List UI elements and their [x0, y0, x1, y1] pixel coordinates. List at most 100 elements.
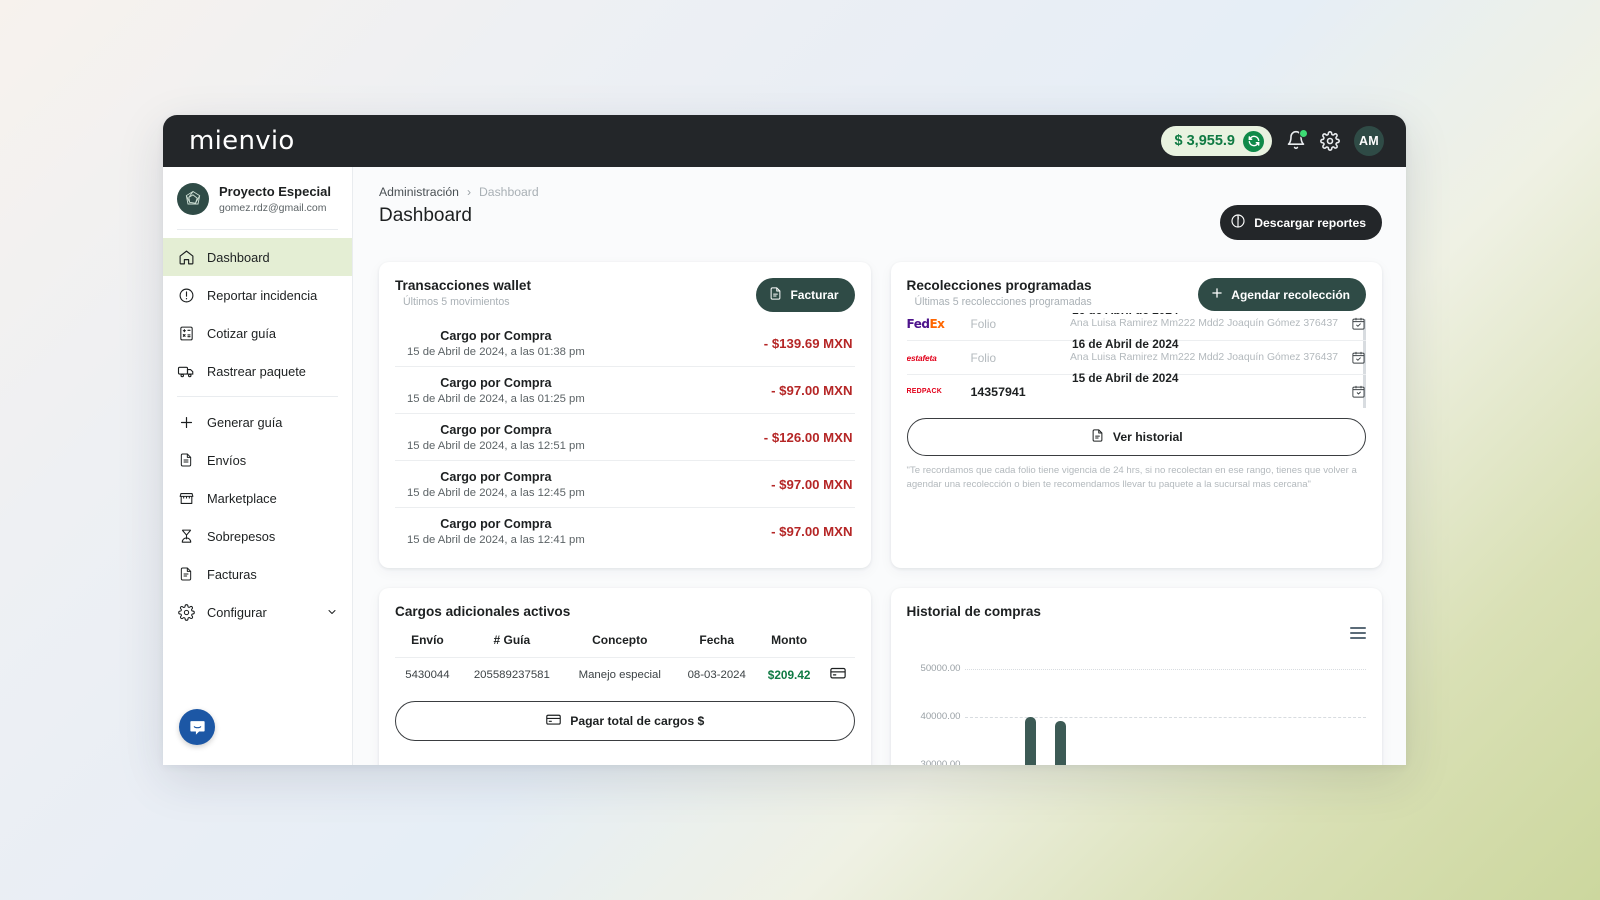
- transaction-name: Cargo por Compra: [440, 470, 552, 484]
- table-row[interactable]: 5430044 205589237581 Manejo especial 08-…: [395, 657, 855, 691]
- sidebar-label: Configurar: [207, 604, 267, 620]
- sidebar-item-generar-guia[interactable]: Generar guía: [163, 403, 352, 441]
- sidebar-item-configurar[interactable]: Configurar: [163, 593, 352, 631]
- sidebar-item-sobrepesos[interactable]: Sobrepesos: [163, 517, 352, 555]
- user-avatar[interactable]: AM: [1354, 126, 1384, 156]
- list-item[interactable]: 16 de Abril de 2024 estafeta Folio Ana L…: [906, 337, 1366, 375]
- notifications-bell-icon[interactable]: [1286, 129, 1308, 152]
- pickup-date: 16 de Abril de 2024: [907, 313, 1345, 317]
- plus-icon: [1210, 286, 1224, 303]
- truck-icon: [177, 362, 195, 380]
- card-title: Recolecciones programadas: [906, 278, 1092, 293]
- list-item[interactable]: 15 de Abril de 2024 REDPACK 14357941: [906, 371, 1367, 408]
- calendar-check-icon[interactable]: [1344, 384, 1366, 399]
- invoice-icon: [768, 286, 783, 304]
- pickup-date: 15 de Abril de 2024: [1072, 371, 1179, 385]
- pickup-folio: Folio: [970, 316, 997, 331]
- table-row[interactable]: Cargo por Compra 15 de Abril de 2024, a …: [395, 508, 855, 554]
- sidebar-item-cotizar-guia[interactable]: Cotizar guía: [163, 314, 352, 352]
- transaction-date: 15 de Abril de 2024, a las 12:51 pm: [407, 440, 585, 452]
- transaction-date: 15 de Abril de 2024, a las 01:38 pm: [407, 346, 585, 358]
- chart-bar: [1024, 717, 1036, 765]
- table-row[interactable]: Cargo por Compra 15 de Abril de 2024, a …: [395, 461, 855, 508]
- sidebar-item-dashboard[interactable]: Dashboard: [163, 238, 352, 276]
- refresh-icon[interactable]: [1243, 130, 1264, 152]
- alert-circle-icon: [177, 286, 195, 304]
- download-reports-button[interactable]: Descargar reportes: [1220, 205, 1382, 240]
- intercom-chat-icon[interactable]: [179, 709, 215, 745]
- calculator-icon: [177, 324, 195, 342]
- document-icon: [177, 565, 195, 583]
- table-row[interactable]: Cargo por Compra 15 de Abril de 2024, a …: [395, 367, 855, 414]
- table-row[interactable]: Cargo por Compra 15 de Abril de 2024, a …: [395, 414, 855, 461]
- column-header-monto: Monto: [771, 633, 808, 647]
- page-header: Dashboard Descargar reportes: [379, 205, 1382, 240]
- additional-charges-card: Cargos adicionales activos Envío # Guía …: [379, 588, 871, 765]
- scheduled-pickups-card: Recolecciones programadas Últimas 5 reco…: [890, 262, 1382, 568]
- home-icon: [177, 248, 195, 266]
- brand-logo: mienvio: [189, 126, 295, 156]
- credit-card-icon[interactable]: [820, 657, 855, 691]
- sidebar-item-marketplace[interactable]: Marketplace: [163, 479, 352, 517]
- breadcrumb: Administración › Dashboard: [379, 185, 1382, 199]
- sidebar-item-facturas[interactable]: Facturas: [163, 555, 352, 593]
- sidebar-label: Reportar incidencia: [207, 287, 318, 303]
- sidebar-label: Envíos: [207, 452, 247, 468]
- card-subtitle: Últimas 5 recolecciones programadas: [914, 296, 1092, 308]
- pickups-scroll-area[interactable]: 16 de Abril de 2024 FedEx Folio Ana Luis…: [906, 313, 1367, 408]
- schedule-pickup-button[interactable]: Agendar recolección: [1198, 278, 1366, 311]
- sidebar-nav: Dashboard Reportar incidencia Cotizar gu…: [163, 230, 352, 631]
- pickup-folio: 14357941: [970, 384, 1026, 399]
- carrier-logo-fedex: Fed Ex: [906, 316, 945, 331]
- calendar-check-icon[interactable]: [1344, 316, 1366, 331]
- sidebar-profile[interactable]: Proyecto Especial gomez.rdz@gmail.com: [163, 167, 352, 229]
- transactions-list: Cargo por Compra 15 de Abril de 2024, a …: [395, 320, 855, 554]
- table-header-row: Envío # Guía Concepto Fecha Monto: [395, 629, 855, 658]
- card-header: Recolecciones programadas Últimas 5 reco…: [906, 278, 1366, 311]
- transaction-date: 15 de Abril de 2024, a las 01:25 pm: [407, 393, 585, 405]
- purchase-history-card: Historial de compras 50000.00 40000.00 3…: [890, 588, 1382, 765]
- sidebar-label: Generar guía: [207, 414, 283, 430]
- settings-gear-icon[interactable]: [1320, 131, 1340, 151]
- pay-all-charges-button[interactable]: Pagar total de cargos $: [395, 701, 855, 741]
- download-icon: [1230, 213, 1246, 232]
- transaction-name: Cargo por Compra: [440, 517, 552, 531]
- sidebar-item-rastrear-paquete[interactable]: Rastrear paquete: [163, 352, 352, 390]
- sidebar-item-reportar-incidencia[interactable]: Reportar incidencia: [163, 276, 352, 314]
- sidebar: Proyecto Especial gomez.rdz@gmail.com Da…: [163, 167, 353, 765]
- charge-monto: $209.42: [757, 657, 821, 691]
- transaction-amount: - $126.00 MXN: [763, 430, 853, 445]
- sidebar-item-envios[interactable]: Envíos: [163, 441, 352, 479]
- view-history-label: Ver historial: [1112, 430, 1183, 444]
- hamburger-menu-icon[interactable]: [1350, 627, 1366, 639]
- sidebar-label: Sobrepesos: [207, 528, 276, 544]
- table-row[interactable]: Cargo por Compra 15 de Abril de 2024, a …: [395, 320, 855, 367]
- breadcrumb-separator: ›: [466, 185, 471, 199]
- wallet-transactions-card: Transacciones wallet Últimos 5 movimient…: [379, 262, 871, 568]
- carrier-logo-estafeta: estafeta: [906, 352, 937, 363]
- pickup-disclaimer: "Te recordamos que cada folio tiene vige…: [906, 465, 1357, 490]
- sidebar-label: Cotizar guía: [207, 325, 276, 341]
- facturar-button[interactable]: Facturar: [756, 278, 855, 312]
- sidebar-label: Dashboard: [207, 249, 270, 265]
- card-subtitle: Últimos 5 movimientos: [403, 296, 510, 308]
- app-window: mienvio $ 3,955.9 AM Proyecto Especial g…: [163, 115, 1406, 765]
- y-axis-label: 50000.00: [920, 663, 961, 674]
- view-history-button[interactable]: Ver historial: [906, 418, 1366, 456]
- top-bar: mienvio $ 3,955.9 AM: [163, 115, 1406, 167]
- chevron-down-icon: [326, 606, 338, 618]
- card-header: Historial de compras: [907, 604, 1367, 619]
- breadcrumb-root[interactable]: Administración: [379, 185, 459, 199]
- pickup-address: Ana Luisa Ramirez Mm222 Mdd2 Joaquín Góm…: [1070, 352, 1338, 363]
- carrier-logo-redpack: REDPACK: [906, 388, 942, 395]
- pickup-date: 16 de Abril de 2024: [1072, 337, 1179, 351]
- wallet-balance-pill[interactable]: $ 3,955.9: [1160, 126, 1272, 156]
- schedule-pickup-label: Agendar recolección: [1231, 287, 1350, 302]
- facturar-label: Facturar: [790, 288, 839, 302]
- sidebar-label: Rastrear paquete: [207, 363, 306, 379]
- y-axis-label: 40000.00: [920, 711, 961, 722]
- download-reports-label: Descargar reportes: [1254, 215, 1366, 230]
- gear-icon: [177, 603, 195, 621]
- calendar-check-icon[interactable]: [1344, 350, 1366, 365]
- sidebar-divider: [177, 396, 338, 397]
